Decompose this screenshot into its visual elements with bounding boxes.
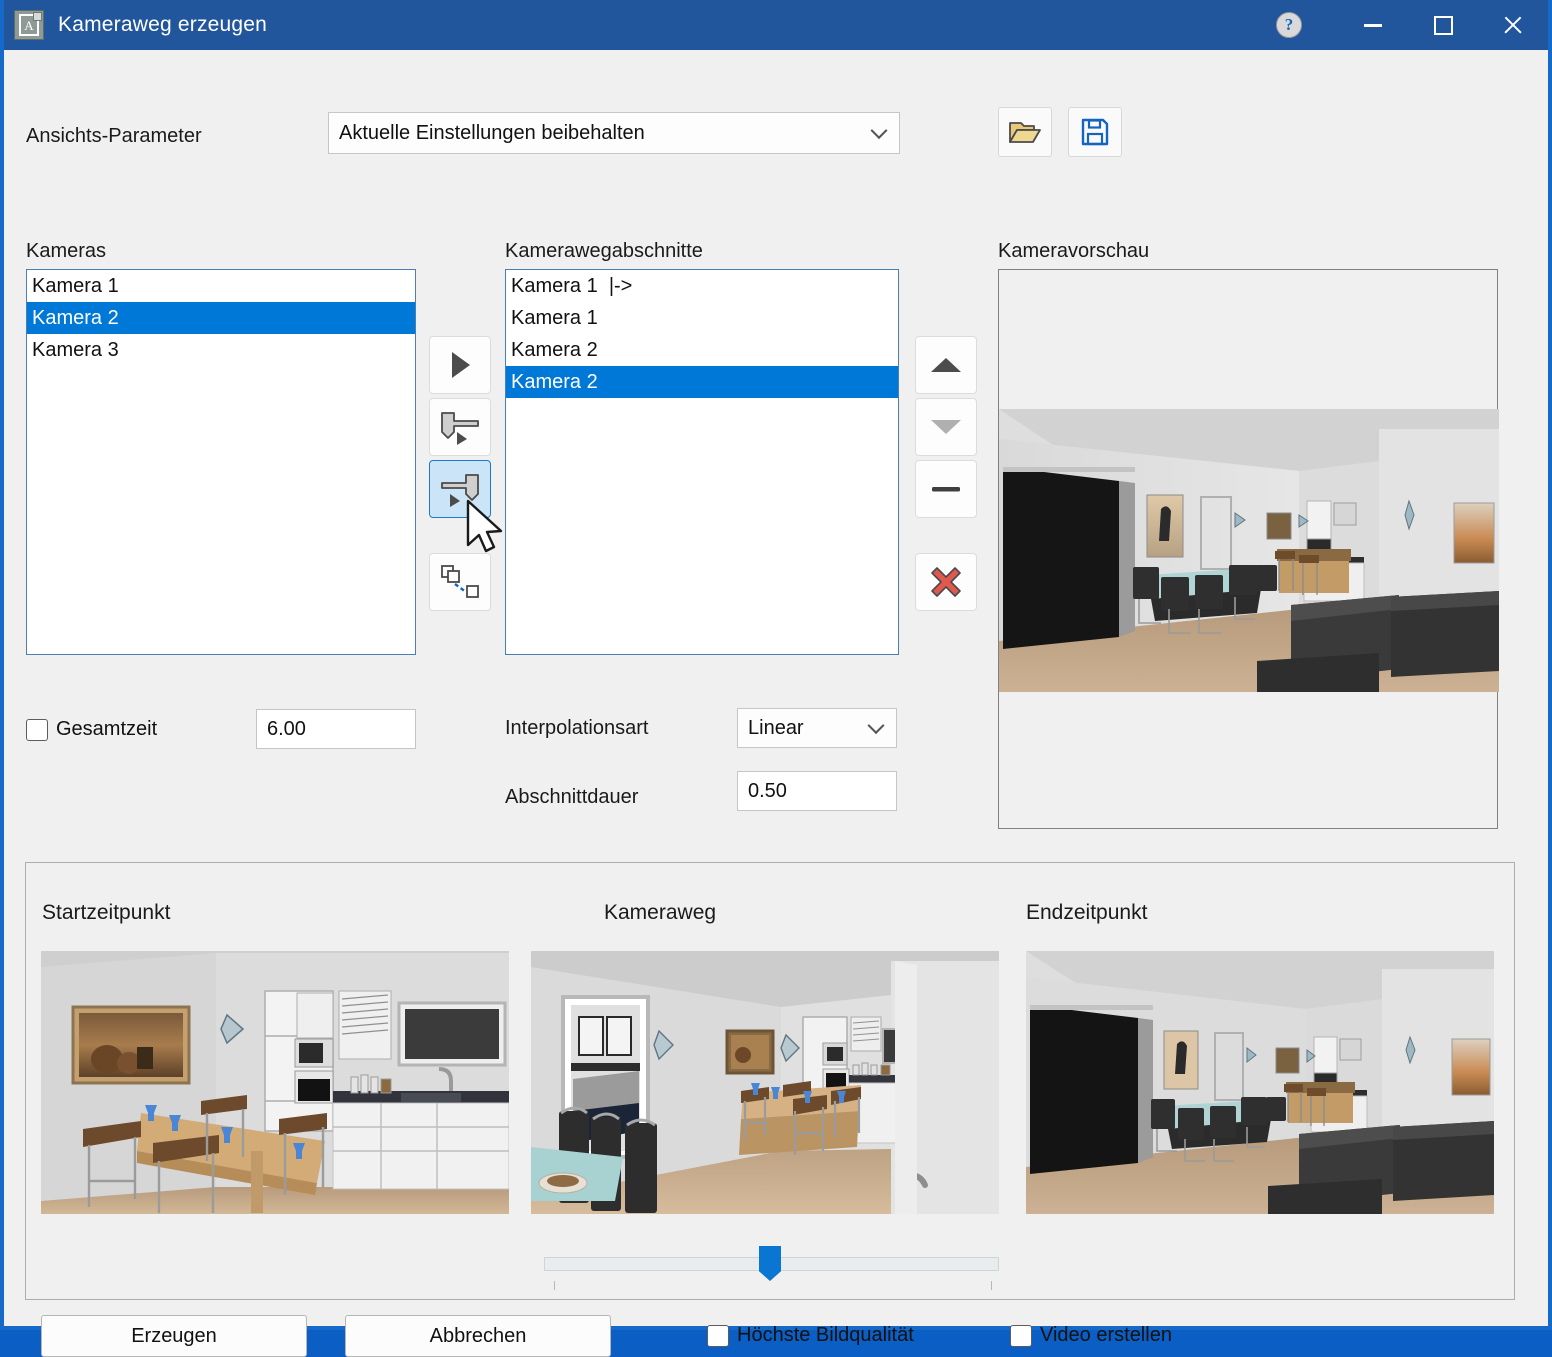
save-settings-button[interactable]	[1068, 107, 1122, 157]
list-item[interactable]: Kamera 2	[506, 366, 898, 398]
timeline-group: Startzeitpunkt Kameraweg Endzeitpunkt	[25, 862, 1515, 1300]
list-item[interactable]: Kamera 2	[506, 334, 898, 366]
separator-button[interactable]	[915, 460, 977, 518]
total-time-input[interactable]: 6.00	[256, 709, 416, 749]
chevron-down-icon	[871, 122, 888, 139]
create-video-label: Video erstellen	[1040, 1324, 1172, 1347]
camera-path-dialog: A Kameraweg erzeugen ? Ansichts-Paramete…	[0, 0, 1552, 1330]
segment-duration-label: Abschnittdauer	[505, 786, 638, 809]
folder-open-icon	[1008, 118, 1042, 146]
move-down-button[interactable]	[915, 398, 977, 456]
help-button[interactable]: ?	[1268, 0, 1338, 50]
red-cross-icon	[928, 564, 964, 600]
window-title: Kameraweg erzeugen	[58, 13, 267, 37]
highest-quality-checkbox[interactable]	[707, 1325, 729, 1347]
copy-path-icon	[439, 563, 481, 601]
total-time-label: Gesamtzeit	[56, 718, 157, 741]
camera-path-thumbnail[interactable]	[531, 951, 999, 1214]
insert-left-icon	[437, 408, 483, 446]
camera-preview-frame	[998, 269, 1498, 829]
minus-icon	[931, 485, 961, 493]
list-item[interactable]: Kamera 1	[506, 302, 898, 334]
total-time-checkbox-row[interactable]: Gesamtzeit	[26, 718, 157, 741]
pages-glyph	[33, 12, 42, 21]
insert-after-button[interactable]	[429, 460, 491, 518]
title-bar: A Kameraweg erzeugen ?	[4, 0, 1548, 50]
maximize-icon	[1434, 16, 1453, 35]
list-item[interactable]: Kamera 3	[27, 334, 415, 366]
segments-label: Kamerawegabschnitte	[505, 240, 703, 263]
insert-before-button[interactable]	[429, 398, 491, 456]
cameras-list[interactable]: Kamera 1 Kamera 2 Kamera 3	[26, 269, 416, 655]
duplicate-path-button[interactable]	[429, 553, 491, 611]
minimize-button[interactable]	[1338, 0, 1408, 50]
start-time-thumbnail[interactable]	[41, 951, 509, 1214]
interpolation-select[interactable]: Linear	[737, 708, 897, 748]
highest-quality-label: Höchste Bildqualität	[737, 1324, 914, 1347]
create-video-checkbox[interactable]	[1010, 1325, 1032, 1347]
triangle-up-icon	[929, 355, 963, 375]
maximize-button[interactable]	[1408, 0, 1478, 50]
segment-duration-input[interactable]: 0.50	[737, 771, 897, 811]
dialog-content: Ansichts-Parameter Aktuelle Einstellunge…	[4, 50, 1548, 1326]
slider-tick-end	[991, 1281, 992, 1290]
insert-right-icon	[437, 470, 483, 508]
close-button[interactable]	[1478, 0, 1548, 50]
window-controls: ?	[1268, 0, 1548, 50]
triangle-down-icon	[929, 417, 963, 437]
view-parameters-row: Ansichts-Parameter Aktuelle Einstellunge…	[26, 112, 1526, 172]
create-button[interactable]: Erzeugen	[41, 1315, 307, 1357]
interpolation-value: Linear	[748, 717, 804, 740]
list-item[interactable]: Kamera 1	[27, 270, 415, 302]
timeline-slider[interactable]	[544, 1243, 999, 1293]
cameras-label: Kameras	[26, 240, 106, 263]
view-parameters-value: Aktuelle Einstellungen beibehalten	[339, 122, 645, 145]
add-camera-button[interactable]	[429, 336, 491, 394]
view-parameters-select[interactable]: Aktuelle Einstellungen beibehalten	[328, 112, 900, 154]
camera-preview-label: Kameravorschau	[998, 240, 1149, 263]
floppy-disk-save-icon	[1080, 117, 1110, 147]
chevron-down-icon	[868, 717, 885, 734]
cancel-button[interactable]: Abbrechen	[345, 1315, 611, 1357]
start-time-label: Startzeitpunkt	[42, 901, 170, 925]
application-icon: A	[14, 10, 44, 40]
play-triangle-icon	[447, 350, 473, 380]
total-time-checkbox[interactable]	[26, 719, 48, 741]
slider-tick-start	[554, 1281, 555, 1290]
minimize-icon	[1364, 24, 1382, 27]
delete-button[interactable]	[915, 553, 977, 611]
create-video-checkbox-row[interactable]: Video erstellen	[1010, 1324, 1172, 1347]
question-mark-icon: ?	[1276, 12, 1302, 38]
end-time-thumbnail[interactable]	[1026, 951, 1494, 1214]
list-item[interactable]: Kamera 1 |->	[506, 270, 898, 302]
highest-quality-checkbox-row[interactable]: Höchste Bildqualität	[707, 1324, 914, 1347]
move-up-button[interactable]	[915, 336, 977, 394]
close-icon	[1502, 14, 1524, 36]
camera-path-label: Kameraweg	[604, 901, 716, 925]
interpolation-label: Interpolationsart	[505, 717, 648, 740]
end-time-label: Endzeitpunkt	[1026, 901, 1147, 925]
view-parameters-label: Ansichts-Parameter	[26, 125, 202, 148]
camera-preview-image	[999, 409, 1499, 692]
slider-thumb[interactable]	[759, 1246, 781, 1281]
list-item[interactable]: Kamera 2	[27, 302, 415, 334]
segments-list[interactable]: Kamera 1 |-> Kamera 1 Kamera 2 Kamera 2	[505, 269, 899, 655]
load-settings-button[interactable]	[998, 107, 1052, 157]
